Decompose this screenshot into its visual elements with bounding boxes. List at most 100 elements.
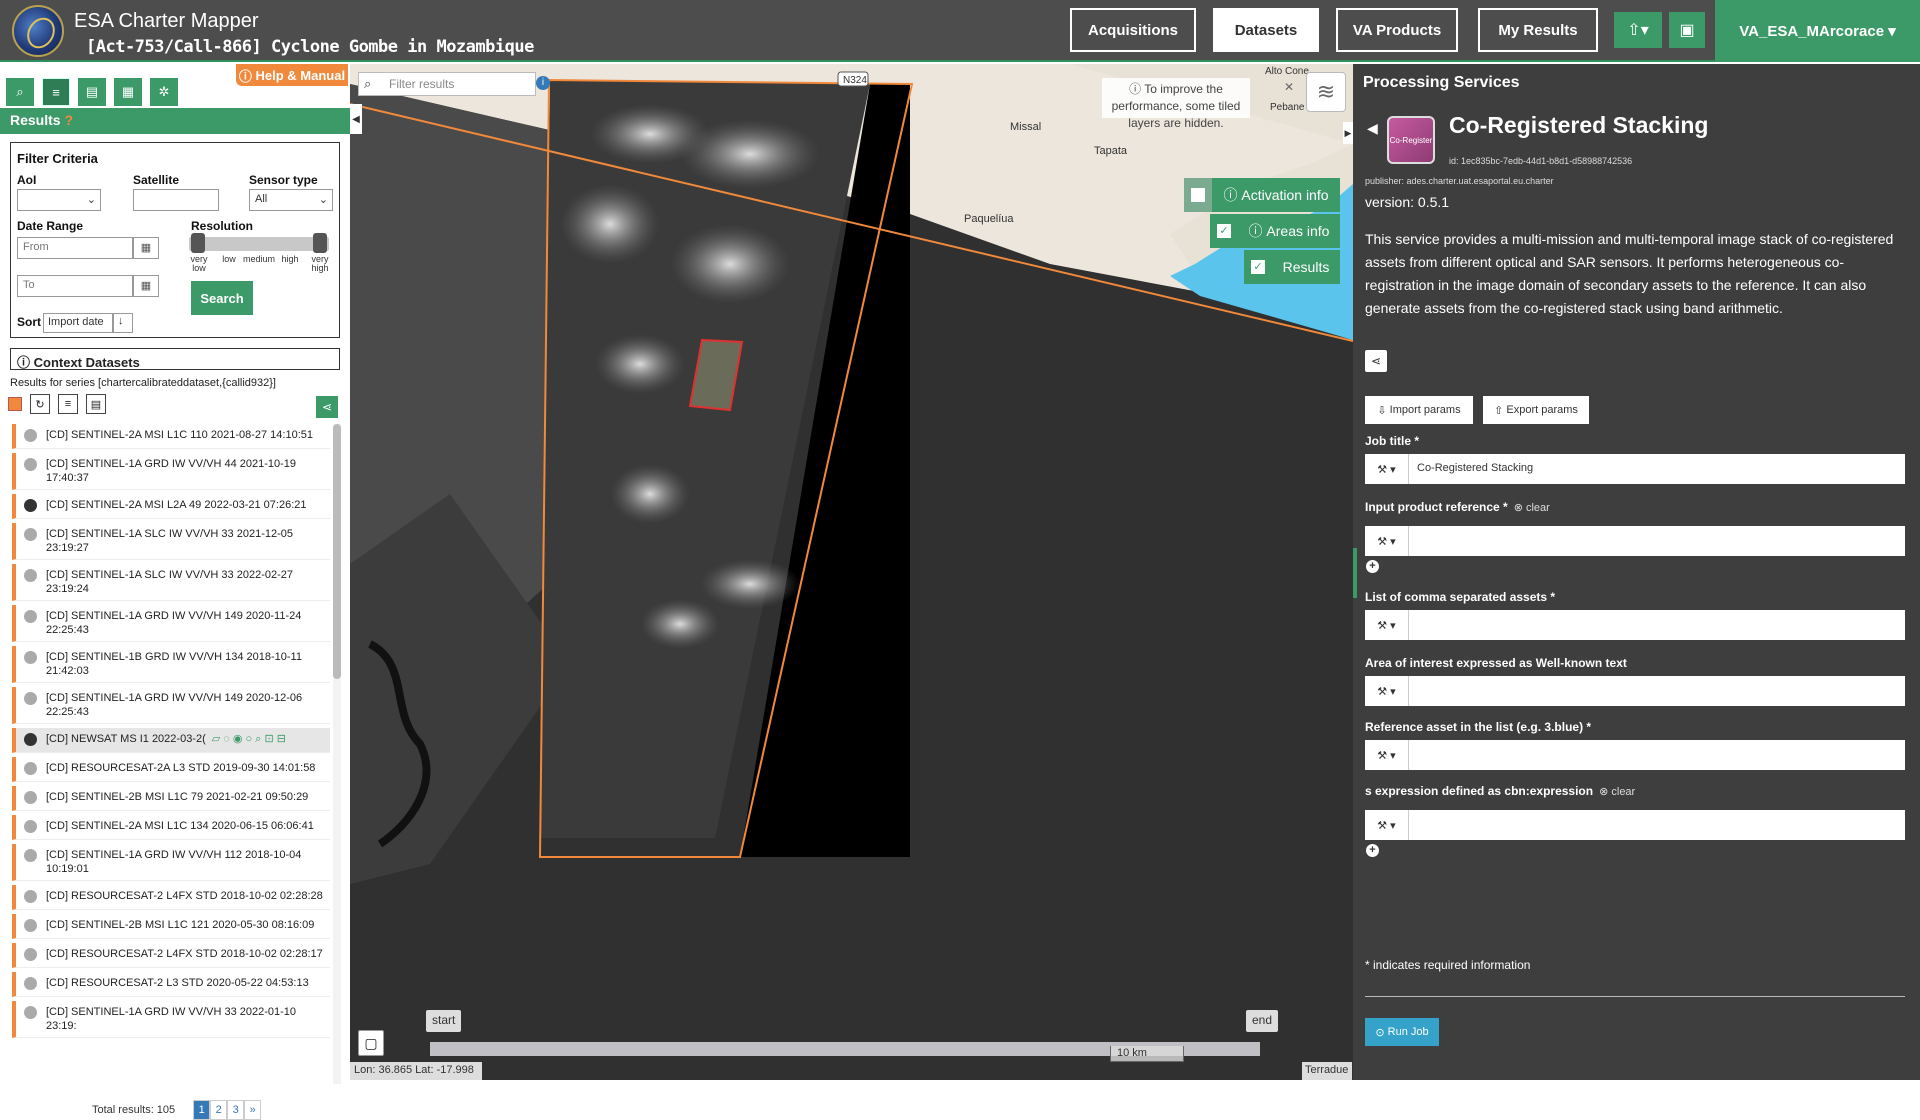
resolution-max-handle[interactable] <box>313 233 327 253</box>
list-item[interactable]: [CD] SENTINEL-1A SLC IW VV/VH 33 2021-12… <box>12 523 330 560</box>
clear-input-product[interactable]: ⊗ clear <box>1514 502 1550 514</box>
layers-icon[interactable]: ≋ <box>1306 72 1346 112</box>
list-view-icon[interactable]: ≡ <box>58 394 78 414</box>
sort-direction-icon[interactable]: ↓ <box>113 313 133 333</box>
upload-icon[interactable]: ⇧▾ <box>1614 12 1662 48</box>
list-item[interactable]: [CD] RESOURCESAT-2A L3 STD 2019-09-30 14… <box>12 757 330 782</box>
sensor-type-select[interactable]: All ⌄ <box>249 189 333 211</box>
timeline-end-label[interactable]: end <box>1246 1010 1279 1032</box>
collapse-panel-arrow[interactable]: ▶ <box>1343 122 1353 144</box>
input-product-field[interactable]: ⚒ ▾ <box>1365 526 1905 556</box>
wand-icon[interactable]: ⚒ ▾ <box>1365 740 1409 770</box>
aoi-wkt-field[interactable]: ⚒ ▾ <box>1365 676 1905 706</box>
collapse-sidebar-arrow[interactable]: ◀ <box>350 104 362 134</box>
briefcase-icon[interactable]: ▣ <box>1669 12 1705 48</box>
clear-expression[interactable]: ⊗ clear <box>1599 786 1635 798</box>
refresh-icon[interactable]: ↻ <box>30 394 50 414</box>
export-params-button[interactable]: ⇧ Export params <box>1483 396 1589 424</box>
areas-info-toggle[interactable]: ✓ <box>1210 214 1238 248</box>
aoi-wkt-value[interactable] <box>1409 676 1425 706</box>
wand-icon[interactable]: ⚒ ▾ <box>1365 810 1409 840</box>
results-layer-button[interactable]: Results <box>1272 250 1340 284</box>
select-all-checkbox[interactable] <box>8 397 22 411</box>
run-job-button[interactable]: ⊙ Run Job <box>1365 1018 1439 1046</box>
context-datasets-header[interactable]: ⓘ Context Datasets <box>10 348 340 370</box>
list-item[interactable]: [CD] SENTINEL-2A MSI L2A 49 2022-03-21 0… <box>12 494 330 519</box>
list-item[interactable]: [CD] RESOURCESAT-2 L4FX STD 2018-10-02 0… <box>12 885 330 910</box>
expression-value[interactable] <box>1409 810 1425 840</box>
reference-asset-value[interactable] <box>1409 740 1425 770</box>
settings-icon[interactable]: ✲ <box>150 78 178 106</box>
list-item[interactable]: [CD] RESOURCESAT-2 L4FX STD 2018-10-02 0… <box>12 943 330 968</box>
expression-field[interactable]: ⚒ ▾ <box>1365 810 1905 840</box>
search-button[interactable]: Search <box>191 281 253 315</box>
item-actions[interactable]: ▱ ◌ ◉ ○ ⌕ ⊡ ⊟ <box>212 733 286 745</box>
job-title-value[interactable]: Co-Registered Stacking <box>1409 454 1541 484</box>
add-expression-icon[interactable]: + <box>1366 844 1379 857</box>
nav-va-products[interactable]: VA Products <box>1336 8 1458 52</box>
areas-info-button[interactable]: ⓘ Areas info <box>1238 214 1340 248</box>
list-item[interactable]: [CD] SENTINEL-1A GRD IW VV/VH 112 2018-1… <box>12 844 330 881</box>
input-product-value[interactable] <box>1409 526 1425 556</box>
share-icon[interactable]: ⋖ <box>316 396 338 418</box>
resolution-min-handle[interactable] <box>191 233 205 253</box>
job-title-field[interactable]: ⚒ ▾ Co-Registered Stacking <box>1365 454 1905 484</box>
activation-info-toggle[interactable] <box>1184 178 1212 212</box>
list-item[interactable]: [CD] NEWSAT MS I1 2022-03-2(▱ ◌ ◉ ○ ⌕ ⊡ … <box>12 728 330 753</box>
satellite-input[interactable] <box>133 189 219 211</box>
date-to-input[interactable]: To <box>17 275 133 297</box>
add-input-icon[interactable]: + <box>1366 560 1379 573</box>
nav-acquisitions[interactable]: Acquisitions <box>1070 8 1196 52</box>
wand-icon[interactable]: ⚒ ▾ <box>1365 526 1409 556</box>
close-icon[interactable]: ✕ <box>1284 80 1294 94</box>
basket-icon[interactable]: ▤ <box>86 394 106 414</box>
list-item[interactable]: [CD] SENTINEL-1A GRD IW VV/VH 149 2020-1… <box>12 687 330 724</box>
esa-charter-logo[interactable] <box>12 5 64 57</box>
reference-asset-field[interactable]: ⚒ ▾ <box>1365 740 1905 770</box>
list-item[interactable]: [CD] RESOURCESAT-2 L3 STD 2020-05-22 04:… <box>12 972 330 997</box>
import-params-button[interactable]: ⇩ Import params <box>1365 396 1473 424</box>
list-item[interactable]: [CD] SENTINEL-1B GRD IW VV/VH 134 2018-1… <box>12 646 330 683</box>
map-canvas[interactable]: Alto Cone N324 Missal Tapata Paquelíua P… <box>350 64 1353 1080</box>
extent-icon[interactable]: ▢ <box>358 1030 384 1056</box>
page-2[interactable]: 2 <box>210 1100 228 1120</box>
wand-icon[interactable]: ⚒ ▾ <box>1365 676 1409 706</box>
filter-results-input[interactable]: Filter results <box>358 72 536 96</box>
map-view[interactable]: Alto Cone N324 Missal Tapata Paquelíua P… <box>350 64 1353 1080</box>
page-next[interactable]: » <box>244 1100 262 1120</box>
calendar-icon[interactable]: ▦ <box>133 237 159 259</box>
calendar-icon[interactable]: ▦ <box>133 275 159 297</box>
list-item[interactable]: [CD] SENTINEL-2A MSI L1C 134 2020-06-15 … <box>12 815 330 840</box>
panel-resize-handle[interactable] <box>1353 548 1357 598</box>
list-item[interactable]: [CD] SENTINEL-2B MSI L1C 79 2021-02-21 0… <box>12 786 330 811</box>
back-arrow-icon[interactable]: ◀ <box>1367 120 1378 137</box>
list-item[interactable]: [CD] SENTINEL-2A MSI L1C 110 2021-08-27 … <box>12 424 330 449</box>
basket-icon[interactable]: ▤ <box>78 78 106 106</box>
page-3[interactable]: 3 <box>227 1100 245 1120</box>
attribution[interactable]: Terradue <box>1302 1062 1352 1080</box>
wand-icon[interactable]: ⚒ ▾ <box>1365 610 1409 640</box>
user-menu[interactable]: VA_ESA_MArcorace ▾ <box>1715 0 1920 62</box>
nav-my-results[interactable]: My Results <box>1478 8 1598 52</box>
list-item[interactable]: [CD] SENTINEL-2B MSI L1C 121 2020-05-30 … <box>12 914 330 939</box>
list-item[interactable]: [CD] SENTINEL-1A GRD IW VV/VH 149 2020-1… <box>12 605 330 642</box>
share-icon[interactable]: ⋖ <box>1365 350 1387 372</box>
sort-select[interactable]: Import date <box>43 313 113 333</box>
archive-icon[interactable]: ▦ <box>114 78 142 106</box>
info-icon[interactable]: i <box>536 76 550 90</box>
assets-value[interactable] <box>1409 610 1425 640</box>
list-item[interactable]: [CD] SENTINEL-1A GRD IW VV/VH 44 2021-10… <box>12 453 330 490</box>
search-icon[interactable]: ⌕ <box>6 78 34 106</box>
activation-info-button[interactable]: ⓘ Activation info <box>1212 178 1340 212</box>
aoi-select[interactable]: ⌄ <box>17 189 101 211</box>
resolution-slider[interactable] <box>189 233 329 253</box>
timeline-start-label[interactable]: start <box>426 1010 462 1032</box>
list-scroll-thumb[interactable] <box>333 424 341 679</box>
help-manual-button[interactable]: ⓘ Help & Manual <box>236 64 348 86</box>
nav-datasets[interactable]: Datasets <box>1213 8 1319 52</box>
list-item[interactable]: [CD] SENTINEL-1A SLC IW VV/VH 33 2022-02… <box>12 564 330 601</box>
list-icon[interactable]: ≡ <box>42 78 70 106</box>
results-toggle[interactable]: ✓ <box>1244 250 1272 284</box>
list-item[interactable]: [CD] SENTINEL-1A GRD IW VV/VH 33 2022-01… <box>12 1001 330 1038</box>
wand-icon[interactable]: ⚒ ▾ <box>1365 454 1409 484</box>
